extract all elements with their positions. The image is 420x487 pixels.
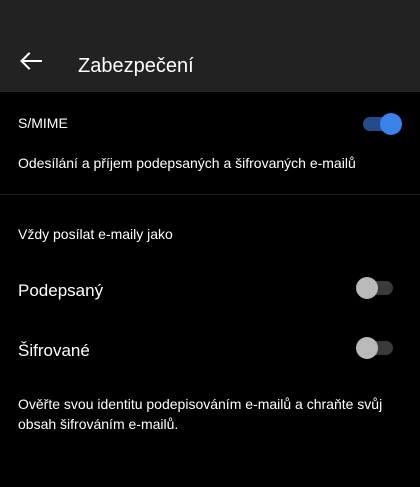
toggle-knob — [380, 113, 402, 135]
encrypted-label: Šifrované — [18, 341, 90, 360]
back-button[interactable] — [14, 44, 48, 78]
signed-label: Podepsaný — [18, 281, 104, 300]
encrypted-toggle[interactable] — [356, 337, 393, 359]
toggle-knob — [356, 277, 378, 299]
footer-note: Ověřte svou identitu podepisováním e-mai… — [18, 396, 383, 432]
page-title: Zabezpečení — [78, 55, 194, 77]
smime-toggle[interactable] — [363, 113, 402, 135]
smime-label: S/MIME — [18, 115, 68, 131]
arrow-left-icon — [20, 52, 42, 70]
toggle-knob — [356, 337, 378, 359]
app-bar: Zabezpečení — [0, 0, 420, 92]
always-send-header: Vždy posílat e-maily jako — [18, 226, 173, 242]
signed-toggle[interactable] — [356, 277, 393, 299]
smime-description: Odesílání a příjem podepsaných a šifrova… — [18, 155, 356, 171]
section-divider — [0, 194, 420, 195]
